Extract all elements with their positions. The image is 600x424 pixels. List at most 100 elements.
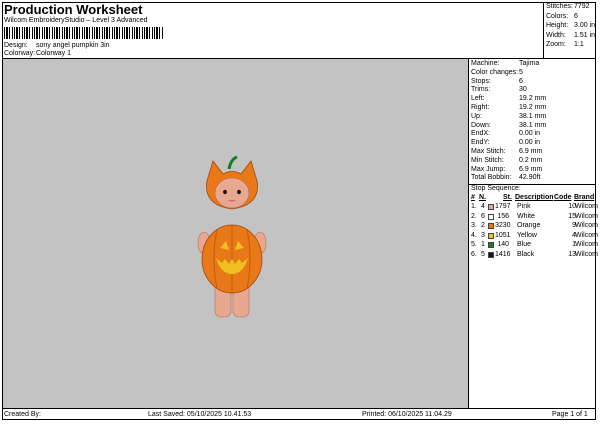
stop-n: 4 xyxy=(481,203,485,210)
stop-num: 6. xyxy=(471,250,477,258)
created-by: Created By: xyxy=(4,411,41,418)
stop-num: 5. xyxy=(471,241,477,248)
machine-info-value: 30 xyxy=(519,86,527,94)
machine-info-label: Left: xyxy=(471,95,485,103)
stats-divider xyxy=(543,2,544,59)
right-eye xyxy=(237,189,241,195)
col-description: Description xyxy=(515,194,554,201)
stop-description: Pink xyxy=(517,203,531,210)
machine-info-value: 6.9 mm xyxy=(519,148,543,155)
col-num: # xyxy=(471,194,475,201)
machine-info-label: Max Stitch: xyxy=(471,148,506,155)
stop-num: 2. xyxy=(471,212,477,220)
page-number: Page 1 of 1 xyxy=(552,411,588,418)
machine-info-value: 6 xyxy=(519,77,523,85)
machine-info-label: Right: xyxy=(471,104,490,111)
stop-code: 13 xyxy=(568,250,576,258)
machine-info-value: 19.2 mm xyxy=(519,104,547,111)
stop-description: Yellow xyxy=(517,231,537,239)
stop-row: 3. 2 3230 Orange 9 Wilcom xyxy=(471,222,598,231)
stat-value: 3.00 in xyxy=(574,22,596,29)
machine-info-value: 38.1 mm xyxy=(519,112,547,120)
printed-date: Printed: 06/10/2025 11.04.29 xyxy=(362,411,452,418)
stop-brand: Wilcom xyxy=(575,222,598,229)
stop-row: 6. 5 1416 Black 13 Wilcom xyxy=(471,250,598,260)
machine-info-row: Stops: 6 xyxy=(471,78,591,87)
stat-row: Zoom: 1:1 xyxy=(546,41,596,50)
stop-stitches: 140 xyxy=(497,241,509,248)
machine-info-value: 0.2 mm xyxy=(519,156,543,164)
col-code: Code xyxy=(554,194,572,201)
machine-info-row: EndX: 0.00 in xyxy=(471,130,591,139)
stop-stitches: 3230 xyxy=(495,222,511,229)
stat-value: 6 xyxy=(574,12,578,20)
machine-info-label: Color changes: xyxy=(471,68,519,76)
stat-label: Zoom: xyxy=(546,41,566,48)
machine-info-value: 0.00 in xyxy=(519,130,541,138)
color-swatch xyxy=(488,242,494,248)
stop-row: 5. 1 140 Blue 1 Wilcom xyxy=(471,241,598,250)
stat-label: Width: xyxy=(546,31,566,39)
colorway-value: Colorway 1 xyxy=(36,50,72,57)
panel-divider xyxy=(468,58,469,408)
footer-separator xyxy=(2,408,596,409)
machine-info-label: Max Jump: xyxy=(471,165,506,173)
machine-info-value: 0.00 in xyxy=(519,139,541,147)
color-swatch xyxy=(488,204,494,210)
stop-row: 1. 4 1797 Pink 10 Wilcom xyxy=(471,203,598,212)
stop-n: 5 xyxy=(481,250,485,258)
stat-row: Colors: 6 xyxy=(546,13,596,22)
stop-num: 4. xyxy=(471,231,477,239)
stop-stitches: 1051 xyxy=(495,231,511,239)
stop-row: 4. 3 1051 Yellow 4 Wilcom xyxy=(471,231,598,241)
machine-info-row: Trims: 30 xyxy=(471,86,591,95)
machine-info-row: Machine: Tajima xyxy=(471,60,591,69)
machine-info-value: 6.9 mm xyxy=(519,165,543,173)
machine-info-label: Trims: xyxy=(471,86,491,94)
machine-info-row: Left: 19.2 mm xyxy=(471,95,591,104)
stop-n: 1 xyxy=(481,241,485,248)
stop-n: 6 xyxy=(481,212,485,220)
stop-stitches: 1797 xyxy=(495,203,511,210)
machine-info-label: EndX: xyxy=(471,130,491,138)
stop-num: 1. xyxy=(471,203,477,210)
software-subtitle: Wilcom EmbroideryStudio – Level 3 Advanc… xyxy=(4,17,148,24)
stop-code: 4 xyxy=(572,231,576,239)
stop-description: Orange xyxy=(517,222,541,229)
color-swatch xyxy=(488,213,494,220)
stop-sequence-separator xyxy=(469,184,596,185)
barcode xyxy=(4,27,164,39)
machine-info-row: Max Stitch: 6.9 mm xyxy=(471,148,591,157)
embroidery-design xyxy=(197,155,267,318)
stop-code: 10 xyxy=(568,203,576,210)
stop-code: 15 xyxy=(568,212,576,220)
design-preview xyxy=(3,59,468,408)
design-label: Design: xyxy=(4,42,28,49)
left-eye xyxy=(223,189,227,195)
stop-n: 2 xyxy=(481,222,485,229)
stop-stitches: 156 xyxy=(497,212,509,220)
col-st: St. xyxy=(503,194,512,201)
stop-brand: Wilcom xyxy=(575,231,598,239)
machine-info-row: Total Bobbin: 42.90ft xyxy=(471,174,591,183)
stat-row: Width: 1.51 in xyxy=(546,32,596,41)
stat-label: Height: xyxy=(546,22,569,29)
stop-row: 2. 6 156 White 15 Wilcom xyxy=(471,212,598,222)
stat-label: Stitches: xyxy=(546,3,573,10)
machine-info-value: Tajima xyxy=(519,60,540,67)
stop-sequence-title: Stop Sequence: xyxy=(471,185,521,192)
stop-n: 3 xyxy=(481,231,485,239)
stat-row: Height: 3.00 in xyxy=(546,22,596,31)
last-saved: Last Saved: 05/10/2025 10.41.53 xyxy=(148,411,252,418)
machine-info-row: Color changes: 5 xyxy=(471,69,591,78)
machine-info-label: Machine: xyxy=(471,60,500,67)
stop-brand: Wilcom xyxy=(575,250,598,258)
machine-info-value: 19.2 mm xyxy=(519,95,547,103)
colorway-label: Colorway: xyxy=(4,50,36,57)
col-brand: Brand xyxy=(574,194,595,201)
stop-stitches: 1416 xyxy=(495,250,511,258)
machine-info-label: Up: xyxy=(471,112,482,120)
machine-info-row: Down: 38.1 mm xyxy=(471,122,591,131)
color-swatch xyxy=(488,223,494,229)
machine-info-row: Min Stitch: 0.2 mm xyxy=(471,157,591,166)
